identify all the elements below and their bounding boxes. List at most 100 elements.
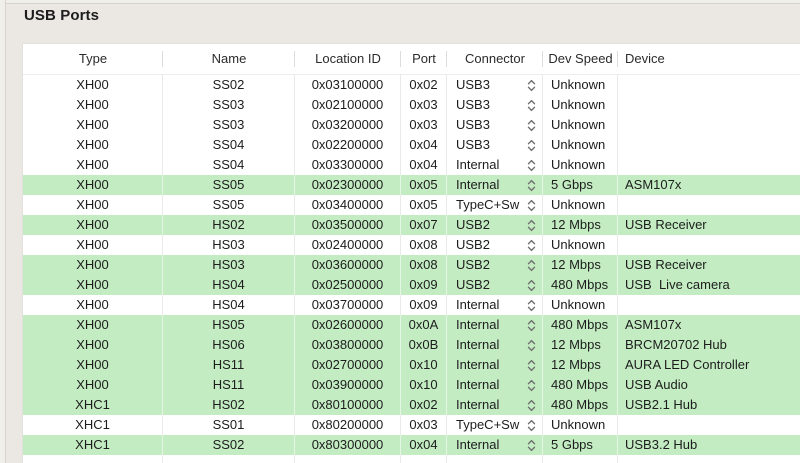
cell-type: XH00: [23, 215, 163, 235]
cell-empty: [163, 455, 295, 463]
table-row[interactable]: XH00 HS02 0x03500000 0x07 USB2 12 Mbps USB Rec…: [23, 215, 800, 235]
chevron-up-down-icon: [527, 279, 536, 292]
cell-location_id: 0x80300000: [295, 435, 401, 455]
cell-dev_speed: Unknown: [543, 75, 618, 95]
cell-type: XH00: [23, 155, 163, 175]
column-header-location_id[interactable]: Location ID: [295, 44, 401, 74]
cell-location_id: 0x02100000: [295, 95, 401, 115]
cell-port: 0x10: [401, 375, 447, 395]
connector-popup[interactable]: Internal: [447, 175, 542, 195]
table-row[interactable]: XH00 SS04 0x02200000 0x04 USB3 Unknown: [23, 135, 800, 155]
cell-empty: [618, 455, 800, 463]
table-row[interactable]: XHC1 SS02 0x80300000 0x04 Internal 5 Gbps USB3…: [23, 435, 800, 455]
connector-popup[interactable]: USB3: [447, 95, 542, 115]
cell-dev_speed: 12 Mbps: [543, 355, 618, 375]
chevron-up-down-icon: [527, 359, 536, 372]
table-row[interactable]: XH00 HS03 0x03600000 0x08 USB2 12 Mbps USB Rec…: [23, 255, 800, 275]
cell-port: 0x09: [401, 295, 447, 315]
table-row-empty[interactable]: [23, 455, 800, 463]
table-row[interactable]: XH00 SS04 0x03300000 0x04 Internal Unknown: [23, 155, 800, 175]
table-row[interactable]: XHC1 HS02 0x80100000 0x02 Internal 480 Mbps US…: [23, 395, 800, 415]
cell-device: ASM107x: [625, 177, 682, 192]
table-row[interactable]: XH00 HS06 0x03800000 0x0B Internal 12 Mbps BRC…: [23, 335, 800, 355]
cell-name: HS04: [163, 295, 295, 315]
chevron-up-down-icon: [527, 379, 536, 392]
table-row[interactable]: XHC1 SS01 0x80200000 0x03 TypeC+Sw Unknown: [23, 415, 800, 435]
connector-popup[interactable]: Internal: [447, 335, 542, 355]
cell-type: XH00: [23, 375, 163, 395]
connector-popup[interactable]: Internal: [447, 315, 542, 335]
connector-popup[interactable]: Internal: [447, 355, 542, 375]
connector-cell: Internal: [447, 315, 543, 335]
table-row[interactable]: XH00 HS11 0x02700000 0x10 Internal 12 Mbps AUR…: [23, 355, 800, 375]
cell-location_id: 0x80100000: [295, 395, 401, 415]
connector-popup[interactable]: USB3: [447, 115, 542, 135]
chevron-up-down-icon: [527, 99, 536, 112]
table-row[interactable]: XH00 SS03 0x02100000 0x03 USB3 Unknown: [23, 95, 800, 115]
cell-location_id: 0x03300000: [295, 155, 401, 175]
chevron-up-down-icon: [527, 139, 536, 152]
cell-name: HS11: [163, 375, 295, 395]
table-row[interactable]: XH00 HS05 0x02600000 0x0A Internal 480 Mbps AS…: [23, 315, 800, 335]
connector-cell: Internal: [447, 435, 543, 455]
connector-value: Internal: [456, 357, 500, 372]
connector-popup[interactable]: Internal: [447, 395, 542, 415]
table-row[interactable]: XH00 HS04 0x03700000 0x09 Internal Unknown: [23, 295, 800, 315]
table-row[interactable]: XH00 SS02 0x03100000 0x02 USB3 Unknown: [23, 75, 800, 95]
connector-cell: Internal: [447, 375, 543, 395]
table-row[interactable]: XH00 SS05 0x03400000 0x05 TypeC+Sw Unknown: [23, 195, 800, 215]
column-header-type[interactable]: Type: [23, 44, 163, 74]
connector-value: USB3: [456, 137, 490, 152]
cell-type: XHC1: [23, 435, 163, 455]
cell-location_id: 0x03600000: [295, 255, 401, 275]
connector-popup[interactable]: USB2: [447, 255, 542, 275]
cell-device: AURA LED Controller: [625, 357, 750, 372]
connector-value: Internal: [456, 337, 500, 352]
connector-popup[interactable]: USB3: [447, 135, 542, 155]
connector-popup[interactable]: Internal: [447, 435, 542, 455]
cell-name: HS03: [163, 255, 295, 275]
column-header-connector[interactable]: Connector: [447, 44, 543, 74]
chevron-up-down-icon: [527, 299, 536, 312]
cell-port: 0x02: [401, 395, 447, 415]
cell-location_id: 0x03800000: [295, 335, 401, 355]
cell-name: SS05: [163, 195, 295, 215]
connector-popup[interactable]: USB2: [447, 215, 542, 235]
column-header-device[interactable]: Device: [618, 44, 800, 74]
cell-dev_speed: 12 Mbps: [543, 335, 618, 355]
connector-popup[interactable]: TypeC+Sw: [447, 195, 542, 215]
connector-popup[interactable]: TypeC+Sw: [447, 415, 542, 435]
table-row[interactable]: XH00 HS11 0x03900000 0x10 Internal 480 Mbps US…: [23, 375, 800, 395]
column-header-name[interactable]: Name: [163, 44, 295, 74]
connector-cell: Internal: [447, 395, 543, 415]
cell-dev_speed: Unknown: [543, 195, 618, 215]
connector-cell: Internal: [447, 295, 543, 315]
connector-value: USB2: [456, 277, 490, 292]
chevron-up-down-icon: [527, 219, 536, 232]
table-row[interactable]: XH00 SS03 0x03200000 0x03 USB3 Unknown: [23, 115, 800, 135]
cell-port: 0x03: [401, 415, 447, 435]
connector-popup[interactable]: Internal: [447, 155, 542, 175]
connector-cell: USB3: [447, 135, 543, 155]
cell-name: HS02: [163, 395, 295, 415]
cell-location_id: 0x03100000: [295, 75, 401, 95]
table-row[interactable]: XH00 SS05 0x02300000 0x05 Internal 5 Gbps ASM1…: [23, 175, 800, 195]
cell-name: HS03: [163, 235, 295, 255]
connector-popup[interactable]: Internal: [447, 295, 542, 315]
connector-popup[interactable]: USB2: [447, 235, 542, 255]
column-header-port[interactable]: Port: [401, 44, 447, 74]
cell-name: SS01: [163, 415, 295, 435]
column-header-dev_speed[interactable]: Dev Speed: [543, 44, 618, 74]
connector-popup[interactable]: USB3: [447, 75, 542, 95]
connector-popup[interactable]: Internal: [447, 375, 542, 395]
table-row[interactable]: XH00 HS03 0x02400000 0x08 USB2 Unknown: [23, 235, 800, 255]
table-row[interactable]: XH00 HS04 0x02500000 0x09 USB2 480 Mbps USB Li…: [23, 275, 800, 295]
cell-device: [618, 115, 800, 135]
cell-dev_speed: 480 Mbps: [543, 395, 618, 415]
connector-popup[interactable]: USB2: [447, 275, 542, 295]
section-title: USB Ports: [24, 7, 100, 24]
connector-cell: TypeC+Sw: [447, 195, 543, 215]
cell-location_id: 0x03900000: [295, 375, 401, 395]
cell-device: [618, 95, 800, 115]
cell-dev_speed: Unknown: [543, 415, 618, 435]
